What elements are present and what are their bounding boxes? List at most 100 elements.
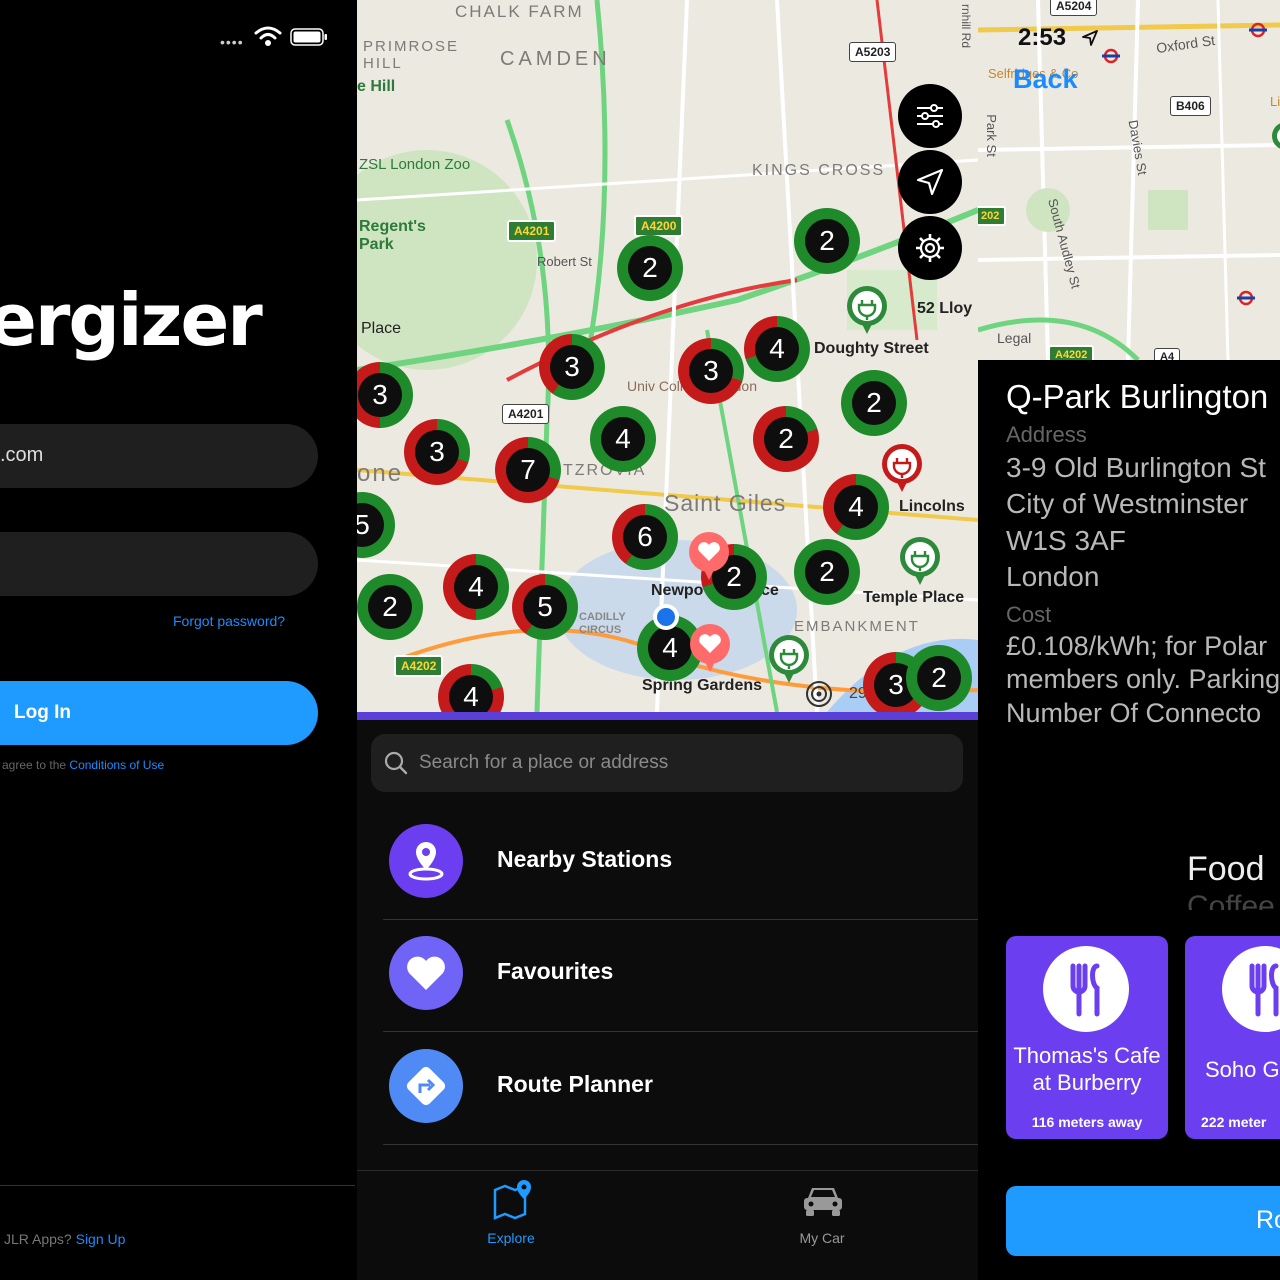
map-label-lloy: 52 Lloy	[917, 300, 973, 317]
login-screen: •••• ergizer .com Forgot password? Log I…	[0, 0, 357, 1280]
station-cluster[interactable]: 2	[841, 370, 907, 436]
menu-label: Favourites	[497, 958, 614, 984]
cluster-count: 2	[764, 417, 808, 461]
favourite-pin-icon[interactable]	[688, 622, 732, 674]
station-cluster[interactable]: 2	[794, 539, 860, 605]
tab-explore[interactable]: Explore	[451, 1178, 571, 1258]
search-input[interactable]: Search for a place or address	[371, 734, 963, 792]
login-button[interactable]: Log In	[0, 681, 318, 745]
food-card[interactable]: Thomas's Cafe at Burberry 116 meters awa…	[1006, 936, 1168, 1139]
underground-icon	[1237, 290, 1255, 306]
cluster-count: 2	[628, 246, 672, 290]
station-cluster[interactable]: 6	[612, 504, 678, 570]
card-name: Thomas's Cafe at Burberry	[1013, 1043, 1161, 1095]
map-label-zoo: ZSL London Zoo	[359, 156, 471, 173]
route-icon	[389, 1049, 463, 1123]
cluster-count: 3	[550, 345, 594, 389]
station-detail-screen: A5204 Oxford St Selfridges & Co B406 Par…	[978, 0, 1280, 1280]
heart-icon	[389, 936, 463, 1010]
locate-button[interactable]	[898, 150, 962, 214]
sheet-handle-bar[interactable]	[357, 712, 978, 720]
divider	[383, 1031, 978, 1032]
map-label-one: one	[357, 460, 404, 487]
tab-label: Explore	[487, 1230, 535, 1246]
favourite-pin-icon[interactable]	[687, 530, 731, 582]
charger-pin-icon[interactable]	[880, 442, 924, 494]
cost-line: members only. Parking	[1006, 664, 1280, 694]
station-name: Q-Park Burlington	[1006, 378, 1269, 415]
address-line: W1S 3AF	[1006, 525, 1126, 556]
forgot-password-link[interactable]: Forgot password?	[173, 613, 285, 629]
road-shield-202: 202	[978, 206, 1007, 226]
menu-item-route-planner[interactable]: Route Planner	[357, 1033, 978, 1145]
map-label-piccadilly: CADILLY CIRCUS	[579, 611, 626, 636]
tab-label: My Car	[799, 1230, 845, 1246]
map-view[interactable]: CHALK FARM PRIMROSE HILL CAMDEN e Hill Z…	[357, 0, 978, 712]
station-cluster[interactable]: 5	[512, 574, 578, 640]
map-label-kings-cross: KINGS CROSS	[752, 162, 886, 179]
station-cluster[interactable]: 2	[357, 574, 423, 640]
station-cluster[interactable]: 3	[539, 334, 605, 400]
back-button[interactable]: Back	[1013, 64, 1078, 95]
charger-pin-icon[interactable]	[1270, 114, 1280, 174]
cluster-count: 2	[917, 656, 961, 700]
cluster-count: 2	[852, 381, 896, 425]
search-icon	[384, 751, 408, 775]
wifi-icon	[254, 26, 282, 46]
route-button[interactable]: Ro	[1006, 1186, 1280, 1256]
cluster-count: 2	[368, 585, 412, 629]
cluster-count: 4	[648, 626, 692, 670]
radar-icon	[806, 681, 832, 707]
cluster-count: 6	[623, 515, 667, 559]
road-shield-b406: B406	[1170, 96, 1211, 116]
email-field[interactable]: .com	[0, 424, 318, 488]
menu-label: Nearby Stations	[497, 846, 673, 872]
tab-my-car[interactable]: My Car	[762, 1178, 882, 1258]
password-field[interactable]	[0, 532, 318, 596]
coffee-tab[interactable]: Coffee	[1187, 890, 1275, 910]
charger-pin-icon[interactable]	[845, 284, 889, 336]
map-label-lincolns: Lincolns	[899, 498, 965, 515]
detail-map[interactable]: A5204 Oxford St Selfridges & Co B406 Par…	[978, 0, 1280, 360]
legal-link[interactable]: Legal	[997, 330, 1031, 346]
explore-screen: CHALK FARM PRIMROSE HILL CAMDEN e Hill Z…	[357, 0, 978, 1280]
station-cluster[interactable]: 3	[404, 419, 470, 485]
address-line: 3-9 Old Burlington St	[1006, 452, 1266, 483]
food-card[interactable]: Soho G 222 meter	[1185, 936, 1280, 1139]
underground-icon	[1102, 48, 1120, 64]
station-cluster[interactable]: 2	[794, 208, 860, 274]
map-label-place: Place	[361, 320, 402, 337]
map-label-temple: Temple Place	[863, 589, 965, 606]
station-cluster[interactable]: 4	[590, 406, 656, 472]
station-cluster[interactable]: 4	[443, 554, 509, 620]
cluster-count: 4	[834, 485, 878, 529]
signup-link[interactable]: Sign Up	[76, 1231, 126, 1247]
station-cluster[interactable]: 2	[753, 406, 819, 472]
food-tab[interactable]: Food	[1187, 850, 1265, 889]
cluster-count: 4	[601, 417, 645, 461]
station-cluster[interactable]: 2	[617, 235, 683, 301]
conditions-link[interactable]: Conditions of Use	[69, 758, 164, 772]
station-cluster[interactable]: 7	[495, 437, 561, 503]
station-cluster[interactable]: 4	[744, 316, 810, 382]
filter-button[interactable]	[898, 84, 962, 148]
terms-prefix: agree to the	[2, 758, 67, 772]
map-label-newport: Newpo	[651, 582, 704, 599]
address-line: London	[1006, 561, 1100, 592]
menu-label: Route Planner	[497, 1071, 653, 1097]
cluster-count: 7	[506, 448, 550, 492]
menu-item-favourites[interactable]: Favourites	[357, 920, 978, 1032]
menu-item-nearby-stations[interactable]: Nearby Stations	[357, 808, 978, 920]
station-cluster[interactable]: 3	[678, 338, 744, 404]
settings-button[interactable]	[898, 216, 962, 280]
location-arrow-icon	[1082, 30, 1098, 46]
signal-dots: ••••	[220, 34, 244, 50]
route-button-label: Ro	[1256, 1206, 1280, 1234]
charger-pin-icon[interactable]	[767, 633, 811, 685]
station-cluster[interactable]: 2	[906, 645, 972, 711]
cluster-count: 3	[358, 373, 402, 417]
navigation-arrow-icon	[916, 168, 944, 196]
map-label-robert-st: Robert St	[537, 254, 592, 269]
divider	[383, 1144, 978, 1145]
charger-pin-icon[interactable]	[898, 535, 942, 587]
